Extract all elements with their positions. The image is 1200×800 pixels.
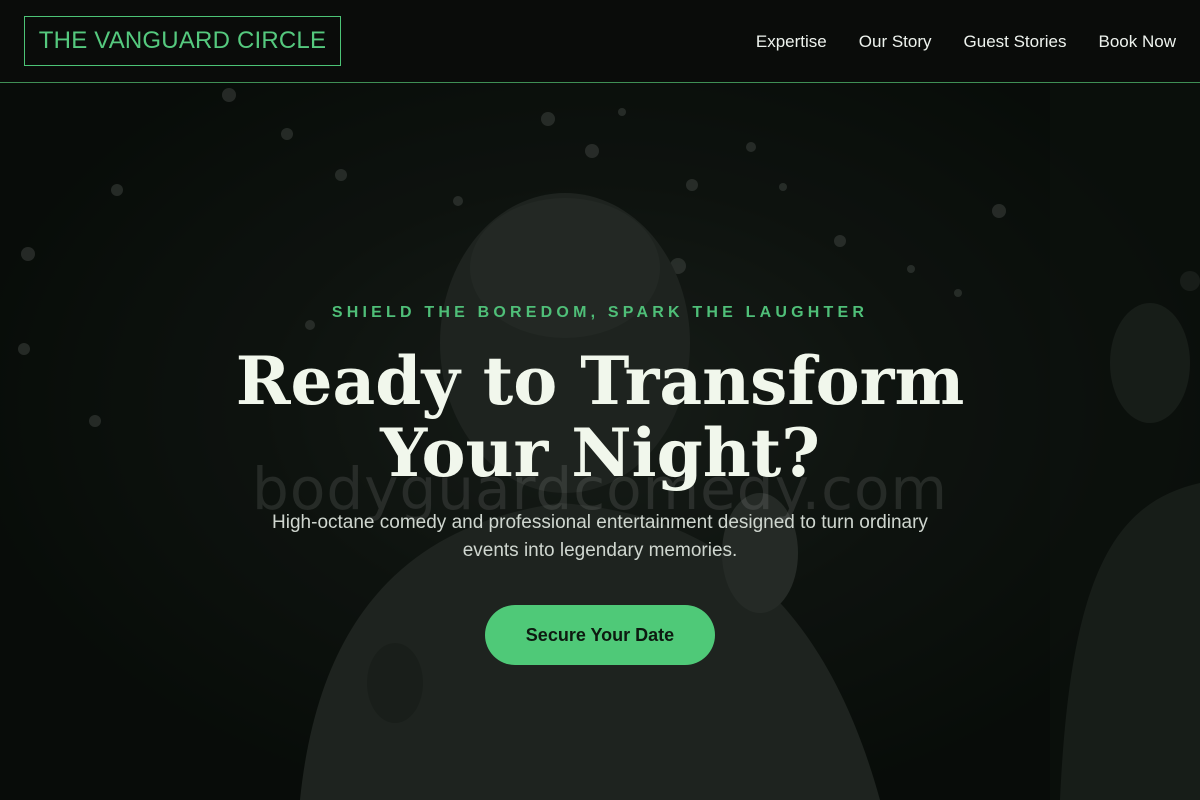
main-nav: Expertise Our Story Guest Stories Book N… [756, 0, 1176, 83]
site-logo[interactable]: THE VANGUARD CIRCLE [24, 16, 341, 66]
hero-headline: Ready to Transform Your Night? [235, 342, 965, 492]
hero-subhead: High-octane comedy and professional ente… [272, 512, 928, 561]
nav-link-expertise[interactable]: Expertise [756, 32, 827, 52]
nav-link-book-now[interactable]: Book Now [1099, 32, 1176, 52]
secure-date-button[interactable]: Secure Your Date [485, 605, 715, 665]
hero-section: bodyguardcomedy.com SHIELD THE BOREDOM, … [0, 83, 1200, 800]
nav-link-our-story[interactable]: Our Story [859, 32, 932, 52]
nav-link-guest-stories[interactable]: Guest Stories [964, 32, 1067, 52]
hero-eyebrow: SHIELD THE BOREDOM, SPARK THE LAUGHTER [331, 304, 869, 321]
site-header: THE VANGUARD CIRCLE Expertise Our Story … [0, 0, 1200, 83]
